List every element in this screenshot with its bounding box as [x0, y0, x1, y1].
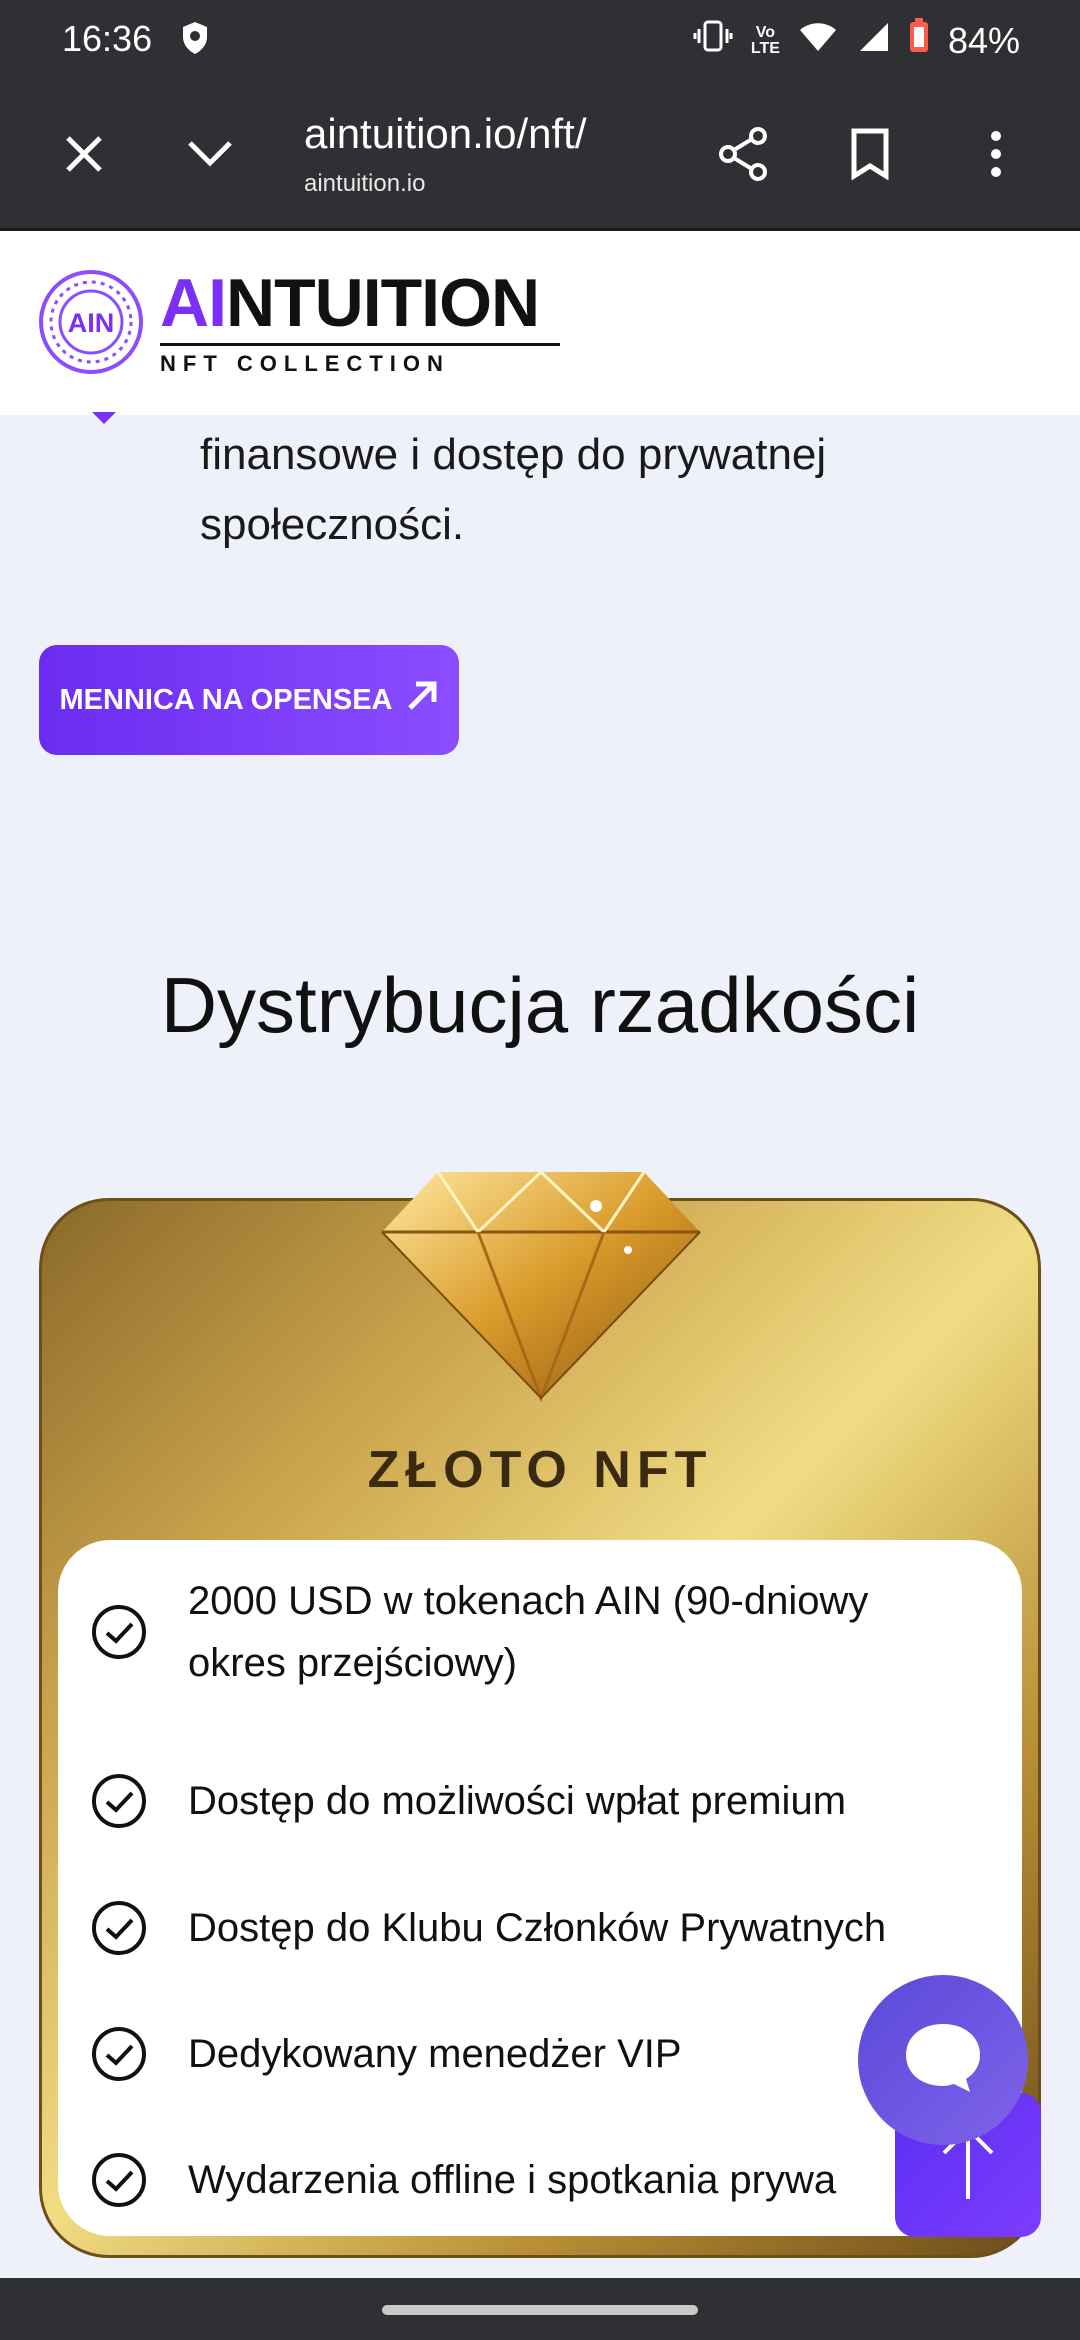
check-circle-icon [90, 1772, 148, 1830]
chat-button[interactable] [858, 1975, 1028, 2145]
feature-text: Dostęp do Klubu Członków Prywatnych [188, 1906, 887, 1950]
share-icon[interactable] [714, 124, 774, 184]
shield-icon [180, 20, 210, 61]
chat-bubble-icon [900, 2018, 986, 2103]
battery-icon [908, 18, 930, 63]
status-right: Vo LTE 84% [693, 18, 1020, 63]
signal-icon [856, 20, 890, 62]
logo-underline [160, 343, 560, 346]
status-time: 16:36 [62, 18, 153, 59]
wifi-icon [798, 20, 838, 62]
mint-opensea-button[interactable]: MENNICA NA OPENSEA [39, 645, 459, 755]
logo-subtitle: NFT COLLECTION [160, 351, 450, 376]
list-item: Wydarzenia offline i spotkania prywa [58, 2149, 1022, 2211]
svg-text:AIN: AIN [68, 308, 115, 338]
feature-list: 2000 USD w tokenach AIN (90-dniowy okres… [58, 1540, 1022, 2236]
list-item: Dostęp do możliwości wpłat premium [58, 1770, 1022, 1832]
check-circle-icon [90, 1899, 148, 1957]
more-vert-icon[interactable] [966, 124, 1026, 184]
status-bar: 16:36 Vo LTE 84% [0, 0, 1080, 80]
card-title: ZŁOTO NFT [367, 1441, 713, 1499]
list-item: 2000 USD w tokenach AIN (90-dniowy okres… [58, 1570, 1022, 1694]
intro-text: finansowe i dostęp do prywatnej społeczn… [200, 430, 827, 549]
bullet-marker-icon [92, 412, 116, 426]
battery-percent: 84% [947, 19, 1020, 61]
bookmark-icon[interactable] [840, 124, 900, 184]
mint-button-label: MENNICA NA OPENSEA [59, 683, 393, 716]
logo-title[interactable]: AINTUITION [160, 269, 540, 337]
check-circle-icon [90, 2151, 148, 2209]
feature-text: Dostęp do możliwości wpłat premium [188, 1779, 847, 1823]
arrow-up-right-icon [405, 679, 439, 721]
logo-badge-icon[interactable]: AIN [38, 269, 144, 375]
home-gesture-handle[interactable] [382, 2305, 698, 2315]
check-circle-icon [90, 1603, 148, 1661]
domain-text: aintuition.io [304, 170, 426, 197]
url-text[interactable]: aintuition.io/nft/ [304, 110, 587, 158]
feature-text: Dedykowany menedżer VIP [188, 2032, 682, 2076]
diamond-icon [378, 1160, 704, 1403]
section-title: Dystrybucja rzadkości [160, 961, 920, 1049]
check-circle-icon [90, 2025, 148, 2083]
vibrate-icon [693, 19, 733, 62]
site-header: AIN AINTUITION NFT COLLECTION [0, 231, 1080, 415]
feature-text: Wydarzenia offline i spotkania prywa [188, 2158, 837, 2202]
chevron-down-icon[interactable] [180, 124, 240, 184]
list-item: Dostęp do Klubu Członków Prywatnych [58, 1897, 1022, 1959]
network-type: Vo LTE [750, 23, 780, 57]
browser-toolbar: aintuition.io/nft/ aintuition.io [0, 80, 1080, 231]
system-nav-bar [0, 2278, 1080, 2340]
close-icon[interactable] [54, 124, 114, 184]
feature-text: 2000 USD w tokenach AIN (90-dniowy okres… [188, 1579, 869, 1685]
